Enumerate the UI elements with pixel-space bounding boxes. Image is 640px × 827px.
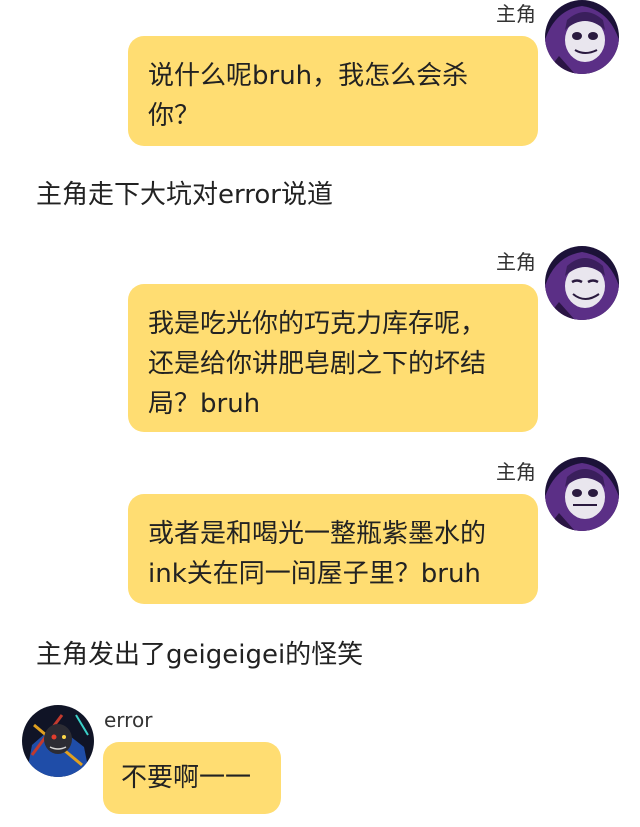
message-line: 我是吃光你的巧克力库存呢， [148,309,487,339]
message-bubble: 或者是和喝光一整瓶紫墨水的 ink关在同一间屋子里？bruh [128,494,538,604]
message-line: ink关在同一间屋子里？bruh [148,559,481,589]
message-line: 还是给你讲肥皂剧之下的坏结 [148,349,487,379]
skeleton-face-icon [545,0,619,74]
narration-text: 主角发出了geigeigei的怪笑 [36,640,364,670]
error-skeleton-icon [22,705,94,777]
message-line: 局？bruh [148,389,261,419]
error-avatar[interactable] [22,705,94,777]
message-bubble: 我是吃光你的巧克力库存呢， 还是给你讲肥皂剧之下的坏结 局？bruh [128,284,538,432]
sender-name: error [104,708,153,732]
narration-text: 主角走下大坑对error说道 [36,180,333,210]
skeleton-face-icon [545,246,619,320]
sender-name: 主角 [496,460,536,484]
message-line: 你？ [148,101,201,131]
message-line: 或者是和喝光一整瓶紫墨水的 [148,519,487,549]
sender-name: 主角 [496,2,536,26]
message-line: 说什么呢bruh，我怎么会杀 [148,61,469,91]
sender-name: 主角 [496,250,536,274]
protagonist-avatar[interactable] [545,246,619,320]
protagonist-avatar[interactable] [545,457,619,531]
message-bubble: 说什么呢bruh，我怎么会杀 你？ [128,36,538,146]
protagonist-avatar[interactable] [545,0,619,74]
message-bubble: 不要啊一一 [103,742,281,814]
skeleton-face-icon [545,457,619,531]
message-line: 不要啊一一 [121,763,252,793]
